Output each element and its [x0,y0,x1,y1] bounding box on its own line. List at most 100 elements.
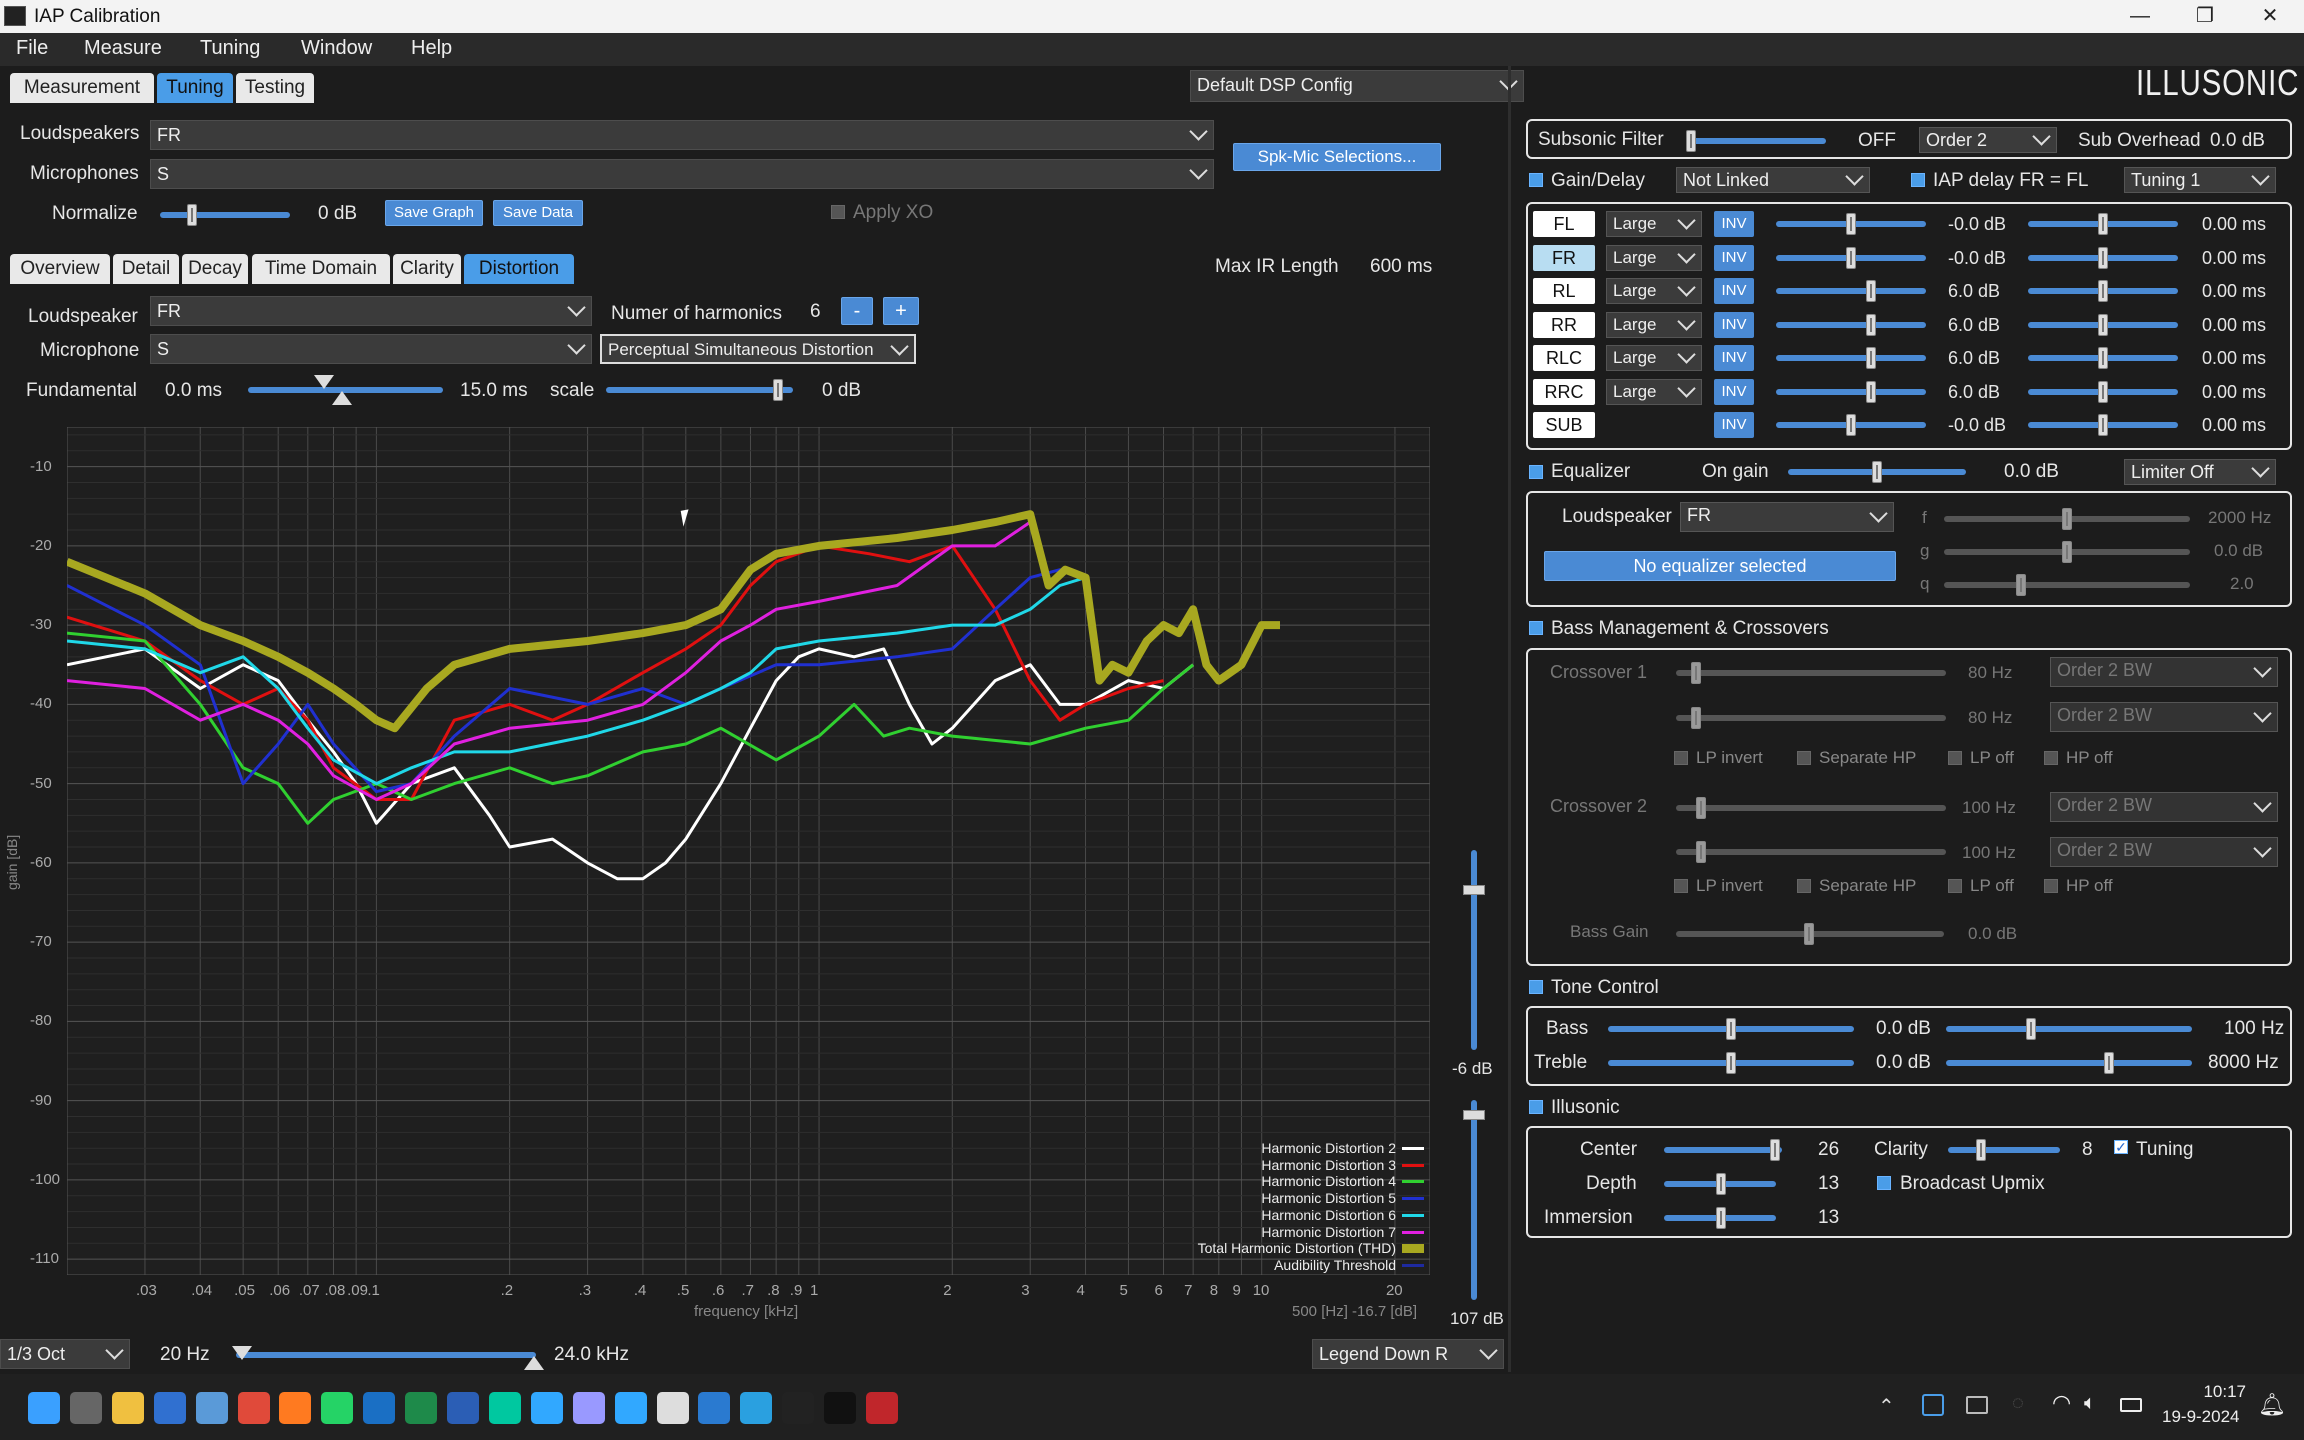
slider-handle[interactable] [1866,347,1876,369]
clarity-slider[interactable] [1948,1139,2060,1161]
slider-handle[interactable] [1866,313,1876,336]
slider-handle[interactable] [1846,213,1856,235]
save-graph-button[interactable]: Save Graph [385,200,483,226]
channel-size-dropdown[interactable]: Large [1606,278,1702,304]
tab-distortion[interactable]: Distortion [464,254,574,284]
slider-handle[interactable] [2098,347,2108,369]
whatsapp-icon[interactable] [321,1392,354,1424]
link-dropdown[interactable]: Not Linked [1676,167,1870,193]
channel-gain-slider[interactable] [1776,380,1926,403]
crossover-1-slider-b[interactable] [1676,707,1946,729]
invert-button[interactable]: INV [1714,244,1754,271]
notification-bell-icon[interactable]: 🔔︎ [2258,1392,2286,1418]
eq-q-slider[interactable] [1944,574,2190,596]
firefox-icon[interactable] [279,1392,312,1424]
slider-handle[interactable] [1976,1139,1986,1161]
menu-tuning[interactable]: Tuning [200,37,260,60]
slider-handle[interactable] [2062,508,2072,530]
loudspeaker-dropdown[interactable]: FR [150,296,592,326]
slider-handle[interactable] [2062,541,2072,563]
clock-time[interactable]: 10:17 [2176,1382,2246,1402]
clock-date[interactable]: 19-9-2024 [2162,1407,2240,1427]
eq-loudspeaker-dropdown[interactable]: FR [1680,502,1894,532]
channel-gain-slider[interactable] [1776,213,1926,235]
volume-icon[interactable]: 🔈︎ [2084,1392,2096,1415]
bass-management-checkbox[interactable] [1529,621,1543,635]
illusonic-icon[interactable] [782,1392,815,1424]
slider-handle[interactable] [2026,1018,2036,1040]
channel-rrc-button[interactable]: RRC [1533,378,1595,405]
slider-handle[interactable] [1691,707,1701,729]
channel-fr-button[interactable]: FR [1533,244,1595,271]
channel-rlc-button[interactable]: RLC [1533,345,1595,371]
crossover-2-slider-a[interactable] [1676,797,1946,819]
slider-handle[interactable] [1696,841,1706,863]
bass-gain-slider[interactable] [1676,923,1944,945]
bass-freq-slider[interactable] [1946,1018,2192,1040]
lp-invert-checkbox[interactable] [1674,751,1688,765]
channel-rl-button[interactable]: RL [1533,278,1595,304]
eq-f-slider[interactable] [1944,508,2190,530]
channel-fl-button[interactable]: FL [1533,211,1595,237]
fundamental-end-handle[interactable] [332,391,352,405]
apply-xo-checkbox[interactable] [831,205,845,219]
slider-handle[interactable] [1846,246,1856,269]
no-equalizer-button[interactable]: No equalizer selected [1544,551,1896,581]
slider-handle[interactable] [773,379,783,401]
channel-gain-slider[interactable] [1776,313,1926,336]
lp-invert-checkbox[interactable] [1674,879,1688,893]
microphone-dropdown[interactable]: S [150,334,592,364]
normalize-slider[interactable] [160,204,290,226]
tray-chevron-icon[interactable]: ⌃ [1878,1394,1895,1419]
freq-max-handle[interactable] [524,1356,544,1370]
immersion-slider[interactable] [1664,1207,1776,1229]
spk-mic-selections-button[interactable]: Spk-Mic Selections... [1233,143,1441,171]
invert-button[interactable]: INV [1714,412,1754,438]
channel-size-dropdown[interactable]: Large [1606,345,1702,371]
slider-handle[interactable] [1770,1139,1780,1161]
slider-handle[interactable] [1716,1207,1726,1229]
channel-gain-slider[interactable] [1776,246,1926,269]
circle-app-icon[interactable] [698,1392,731,1424]
harmonics-plus-button[interactable]: + [883,297,919,325]
freq-min-handle[interactable] [232,1346,252,1360]
octave-smoothing-dropdown[interactable]: 1/3 Oct [0,1339,130,1369]
invert-button[interactable]: INV [1714,311,1754,338]
menu-window[interactable]: Window [301,37,372,60]
file-explorer-icon[interactable] [69,1392,102,1424]
treble-slider[interactable] [1608,1052,1854,1074]
channel-rr-button[interactable]: RR [1533,311,1595,338]
channel-delay-slider[interactable] [2028,213,2178,235]
minimize-button[interactable]: — [2110,2,2170,30]
slider-handle[interactable] [1866,280,1876,302]
channel-delay-slider[interactable] [2028,313,2178,336]
equalizer-checkbox[interactable] [1529,465,1543,479]
id-app-icon[interactable] [824,1392,857,1424]
plot-range-bottom-slider[interactable] [1463,1100,1485,1300]
slider-handle[interactable] [1804,923,1814,945]
channel-gain-slider[interactable] [1776,280,1926,302]
slider-handle[interactable] [2098,313,2108,336]
fundamental-start-handle[interactable] [314,375,334,389]
crossover-2-order-b[interactable]: Order 2 BW [2050,837,2278,867]
outlook-icon[interactable] [363,1392,396,1424]
crossover-2-order-a[interactable]: Order 2 BW [2050,792,2278,822]
broadcast-upmix-checkbox[interactable] [1877,1176,1891,1190]
separate-hp-checkbox[interactable] [1797,879,1811,893]
tone-control-checkbox[interactable] [1529,980,1543,994]
roon-icon[interactable] [656,1392,689,1424]
channel-delay-slider[interactable] [2028,280,2178,302]
channel-size-dropdown[interactable]: Large [1606,244,1702,271]
close-button[interactable]: ✕ [2240,2,2300,30]
tab-decay[interactable]: Decay [182,254,248,284]
slider-handle[interactable] [1716,1173,1726,1195]
channel-delay-slider[interactable] [2028,246,2178,269]
invert-button[interactable]: INV [1714,378,1754,405]
channel-size-dropdown[interactable]: Large [1606,378,1702,405]
channel-size-dropdown[interactable]: Large [1606,311,1702,338]
slider-handle[interactable] [1463,1110,1485,1120]
premiere-icon[interactable] [572,1392,605,1424]
invert-button[interactable]: INV [1714,278,1754,304]
hp-off-checkbox[interactable] [2044,751,2058,765]
channel-sub-button[interactable]: SUB [1533,412,1595,438]
